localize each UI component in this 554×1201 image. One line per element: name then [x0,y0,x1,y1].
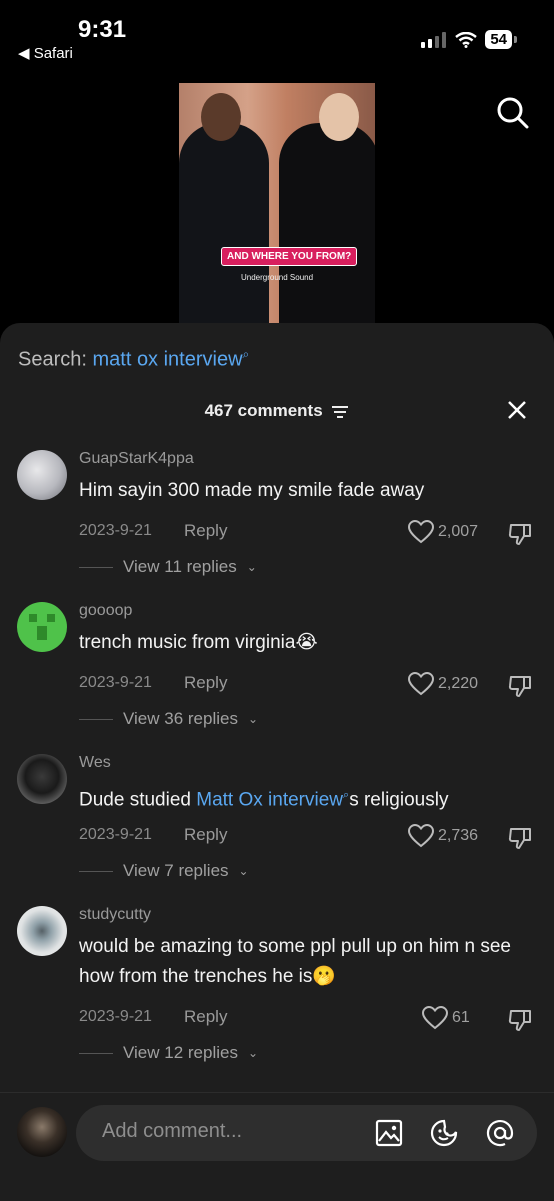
battery-indicator: 54 [485,30,517,49]
avatar[interactable] [17,602,67,652]
comment-date: 2023-9-21 [79,522,152,539]
signal-icon [421,31,447,48]
replies-divider [79,718,113,720]
comment-date: 2023-9-21 [79,826,152,843]
my-avatar [17,1107,67,1157]
video-person-right [279,93,375,324]
comments-sheet: Search: matt ox interview⌕ 467 comments … [0,323,554,1200]
video-player[interactable]: AND WHERE YOU FROM? Underground Sound [179,83,375,324]
comment-username[interactable]: Wes [79,754,111,772]
view-replies-button[interactable]: View 36 replies ⌄ [79,709,258,729]
like-count: 2,007 [438,523,479,540]
comment-text: Him sayin 300 made my smile fade away [79,480,425,501]
comment-composer [0,1092,554,1201]
status-time: 9:31 [78,16,127,43]
close-icon[interactable] [506,399,528,421]
view-replies-button[interactable]: View 7 replies ⌄ [79,861,249,881]
search-link[interactable]: Matt Ox interview [196,789,343,810]
like-button[interactable]: 2,007 [408,520,478,544]
sort-icon[interactable] [331,405,349,419]
view-replies-label: View 7 replies [123,861,229,880]
dislike-icon[interactable] [508,522,532,546]
heart-icon [422,1006,448,1030]
comment-text: trench music from virginia😭 [79,632,318,653]
comment-username[interactable]: GuapStarK4ppa [79,450,194,468]
chevron-down-icon: ⌄ [247,712,259,726]
view-replies-label: View 12 replies [123,1043,238,1062]
comment-text: would be amazing to some ppl pull up on … [79,936,511,987]
wifi-icon [455,31,478,48]
heart-icon [408,672,434,696]
comment-date: 2023-9-21 [79,1008,152,1025]
search-query[interactable]: matt ox interview [92,349,242,371]
avatar[interactable] [17,450,67,500]
back-to-safari[interactable]: ◀ Safari [18,44,73,62]
view-replies-button[interactable]: View 11 replies ⌄ [79,557,257,577]
mention-icon[interactable] [486,1119,514,1147]
heart-icon [408,824,434,848]
comment-input-pill[interactable] [76,1105,537,1161]
search-icon[interactable] [496,96,530,130]
comment-username[interactable]: goooop [79,602,132,620]
replies-divider [79,870,113,872]
like-button[interactable]: 61 [422,1006,470,1030]
like-button[interactable]: 2,220 [408,672,478,696]
chevron-down-icon: ⌄ [246,560,257,574]
emoji-sticker-icon[interactable] [430,1119,458,1147]
comment-input[interactable] [100,1119,344,1144]
comment-username[interactable]: studycutty [79,906,151,924]
status-indicators: 54 [421,30,517,49]
like-count: 2,220 [438,675,479,692]
view-replies-label: View 11 replies [123,557,237,576]
like-button[interactable]: 2,736 [408,824,478,848]
chevron-down-icon: ⌄ [247,1046,259,1060]
chevron-down-icon: ⌄ [238,864,249,878]
view-replies-label: View 36 replies [123,709,238,728]
image-icon[interactable] [375,1119,403,1147]
reply-button[interactable]: Reply [184,673,227,693]
comment-text-before: Dude studied [79,789,197,811]
like-count: 2,736 [438,827,479,844]
comments-count: 467 comments [204,401,323,420]
comment-date: 2023-9-21 [79,674,152,691]
reply-button[interactable]: Reply [184,521,227,541]
video-subtitle: Underground Sound [241,273,314,282]
heart-icon [408,520,434,544]
like-count: 61 [452,1009,470,1026]
comment-text-after: s religiously [349,789,449,811]
reply-button[interactable]: Reply [184,1007,227,1027]
search-suggestion[interactable]: Search: matt ox interview⌕ [18,347,249,372]
view-replies-button[interactable]: View 12 replies ⌄ [79,1043,258,1063]
replies-divider [79,1052,113,1054]
avatar[interactable] [17,754,67,804]
comment-text: Dude studied Matt Ox interview⌕s religio… [79,780,539,815]
search-suggest-icon: ⌕ [242,347,250,361]
video-person-left [179,93,269,324]
video-caption: AND WHERE YOU FROM? [221,247,358,266]
dislike-icon[interactable] [508,674,532,698]
reply-button[interactable]: Reply [184,825,227,845]
comments-count-row: 467 comments [0,401,554,421]
replies-divider [79,566,113,568]
dislike-icon[interactable] [508,826,532,850]
avatar[interactable] [17,906,67,956]
dislike-icon[interactable] [508,1008,532,1032]
search-prefix: Search: [18,348,93,371]
